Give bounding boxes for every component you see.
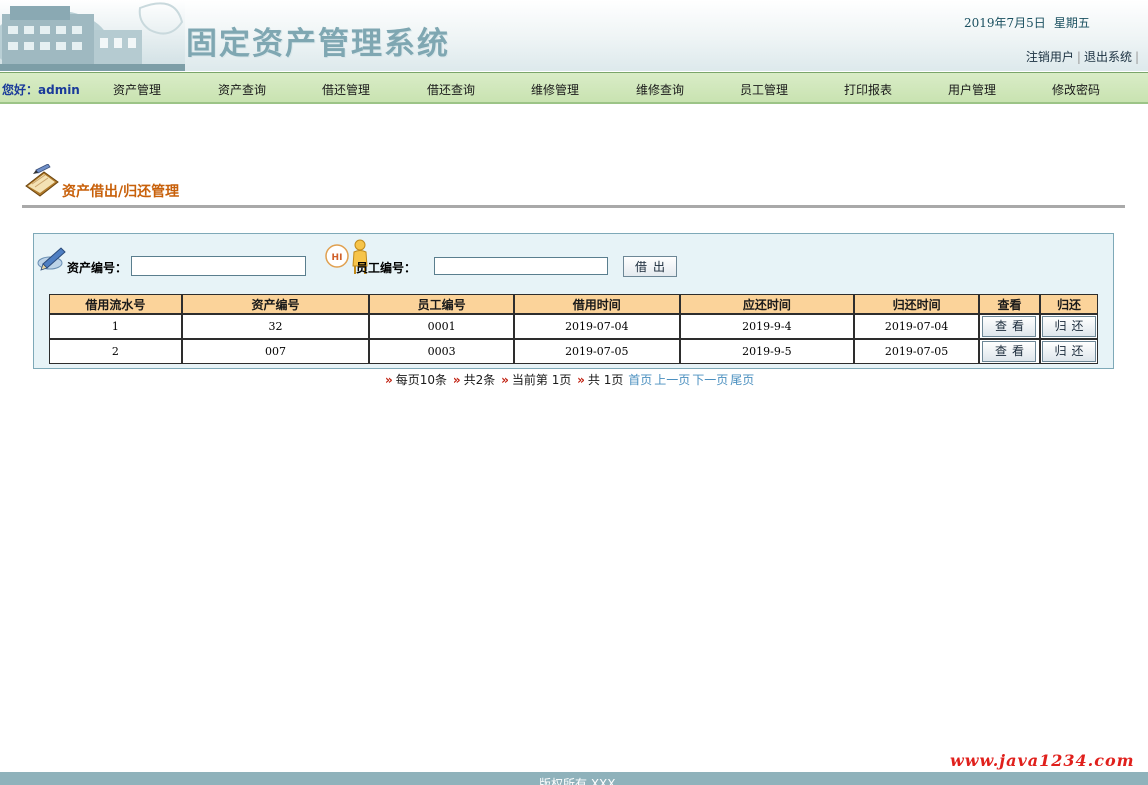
arrow-icon: » [501, 373, 509, 387]
arrow-icon: » [385, 373, 393, 387]
date-text: 2019年7月5日 [964, 16, 1046, 30]
nav-item-borrow-management[interactable]: 借还管理 [322, 81, 370, 98]
last-page-link[interactable]: 尾页 [730, 373, 754, 387]
hi-badge-text: HI [332, 253, 343, 263]
cell-due-time: 2019-9-4 [679, 314, 855, 339]
asset-number-input[interactable] [131, 256, 306, 276]
current-page-text: 当前第 1页 [511, 373, 572, 387]
lend-out-button[interactable]: 借出 [623, 256, 677, 277]
exit-system-link[interactable]: 退出系统 [1084, 50, 1132, 64]
cell-view: 查看 [978, 314, 1040, 339]
arrow-icon: » [577, 373, 585, 387]
asset-number-label: 资产编号： [67, 261, 128, 275]
nav-item-asset-query[interactable]: 资产查询 [218, 81, 266, 98]
footer: 版权所有 XXX [0, 772, 1148, 785]
cell-due-time: 2019-9-5 [679, 339, 855, 364]
view-button[interactable]: 查看 [982, 341, 1037, 362]
cell-asset-number: 007 [181, 339, 370, 364]
col-header-serial: 借用流水号 [49, 294, 182, 314]
per-page-text: 每页10条 [395, 373, 448, 387]
cell-borrow-time: 2019-07-04 [513, 314, 680, 339]
copyright-text: 版权所有 XXX [539, 777, 616, 785]
header-links: 注销用户 | 退出系统 | [1026, 48, 1142, 65]
cell-return-time: 2019-07-04 [854, 314, 979, 339]
cell-serial: 2 [49, 339, 182, 364]
table-header-row: 借用流水号 资产编号 员工编号 借用时间 应还时间 归还时间 查看 归还 [49, 294, 1098, 314]
header-banner: 固定资产管理系统 2019年7月5日 星期五 注销用户 | 退出系统 | [0, 0, 1148, 71]
cell-staff-number: 0001 [369, 314, 514, 339]
first-page-link[interactable]: 首页 [628, 373, 652, 387]
nav-item-asset-management[interactable]: 资产管理 [113, 81, 161, 98]
view-button[interactable]: 查看 [982, 316, 1037, 337]
col-header-borrow-time: 借用时间 [513, 294, 680, 314]
nav-item-user-management[interactable]: 用户管理 [948, 81, 996, 98]
nav-item-print-report[interactable]: 打印报表 [844, 81, 892, 98]
cell-view: 查看 [978, 339, 1040, 364]
next-page-link[interactable]: 下一页 [692, 373, 728, 387]
separator: | [1076, 50, 1081, 64]
cell-return: 归还 [1039, 339, 1098, 364]
header-date: 2019年7月5日 星期五 [964, 14, 1098, 31]
main-nav: 您好：admin 资产管理 资产查询 借还管理 借还查询 维修管理 维修查询 员… [0, 72, 1148, 104]
staff-number-label: 员工编号： [356, 261, 417, 275]
separator: | [1134, 50, 1139, 64]
prev-page-link[interactable]: 上一页 [654, 373, 690, 387]
user-greeting: 您好：admin [2, 83, 80, 97]
nav-item-change-password[interactable]: 修改密码 [1052, 81, 1100, 98]
col-header-asset-number: 资产编号 [181, 294, 370, 314]
staff-number-input[interactable] [434, 257, 608, 275]
cell-return-time: 2019-07-05 [854, 339, 979, 364]
borrow-panel: 资产编号： HI 员工编号： 借出 借用流水号 资产编号 员工编号 借用时间 应… [33, 233, 1114, 369]
col-header-return: 归还 [1039, 294, 1098, 314]
cell-return: 归还 [1039, 314, 1098, 339]
col-header-return-time: 归还时间 [854, 294, 979, 314]
total-pages-text: 共 1页 [587, 373, 624, 387]
col-header-staff-number: 员工编号 [369, 294, 514, 314]
nav-item-staff-management[interactable]: 员工管理 [740, 81, 788, 98]
table-row: 2 007 0003 2019-07-05 2019-9-5 2019-07-0… [49, 339, 1098, 364]
nav-item-repair-management[interactable]: 维修管理 [531, 81, 579, 98]
weekday-text: 星期五 [1053, 16, 1090, 30]
section-divider [22, 205, 1125, 208]
arrow-icon: » [452, 373, 461, 387]
pen-icon [37, 247, 66, 271]
cell-staff-number: 0003 [369, 339, 514, 364]
cell-serial: 1 [49, 314, 182, 339]
borrow-records-table: 借用流水号 资产编号 员工编号 借用时间 应还时间 归还时间 查看 归还 1 3… [49, 294, 1098, 364]
cell-asset-number: 32 [181, 314, 370, 339]
app-title: 固定资产管理系统 [186, 26, 450, 62]
building-logo-icon [0, 0, 185, 71]
table-row: 1 32 0001 2019-07-04 2019-9-4 2019-07-04… [49, 314, 1098, 339]
book-pencil-icon [25, 164, 59, 197]
watermark-text: www.java1234.com [950, 751, 1135, 770]
nav-item-borrow-query[interactable]: 借还查询 [427, 81, 475, 98]
return-button[interactable]: 归还 [1041, 316, 1096, 337]
logout-user-link[interactable]: 注销用户 [1026, 50, 1074, 64]
cell-borrow-time: 2019-07-05 [513, 339, 680, 364]
pagination: » 每页10条 » 共2条 » 当前第 1页 » 共 1页 首页 上一页 下一页 尾页 [383, 371, 755, 388]
col-header-view: 查看 [978, 294, 1040, 314]
return-button[interactable]: 归还 [1041, 341, 1096, 362]
nav-item-repair-query[interactable]: 维修查询 [636, 81, 684, 98]
total-count-text: 共2条 [463, 373, 496, 387]
section-title: 资产借出/归还管理 [62, 184, 180, 200]
col-header-due-time: 应还时间 [679, 294, 855, 314]
